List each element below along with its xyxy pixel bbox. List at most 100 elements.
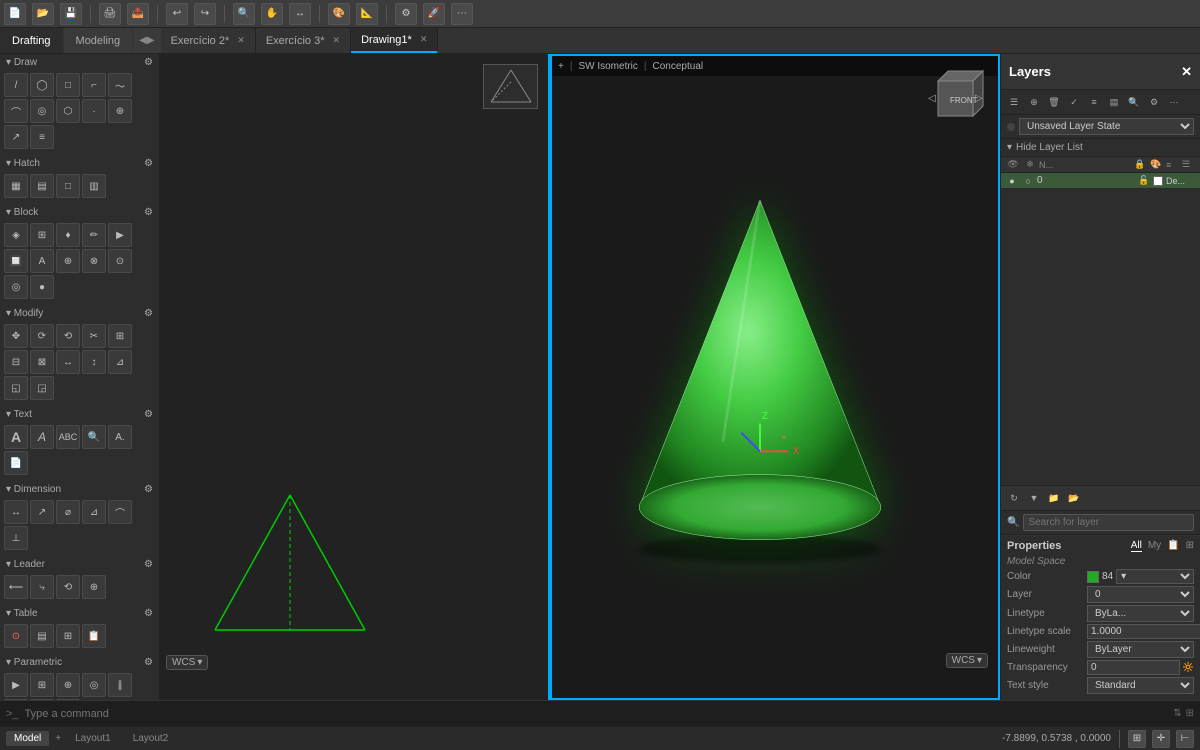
- add-layout-btn[interactable]: +: [55, 733, 61, 744]
- delete-layer-btn[interactable]: 🗑: [1045, 93, 1063, 111]
- leader-settings-icon[interactable]: ⚙: [144, 559, 153, 570]
- hide-layer-list-row[interactable]: ▾ Hide Layer List: [1001, 139, 1200, 157]
- stretch-tool[interactable]: ↕: [82, 350, 106, 374]
- extend-tool[interactable]: ⊞: [108, 324, 132, 348]
- redo-btn[interactable]: ↪: [194, 3, 216, 25]
- status-grid-btn[interactable]: ⊞: [1128, 730, 1146, 748]
- collapse-btn[interactable]: ◀▶: [133, 35, 160, 46]
- hatch-section-header[interactable]: ▾ Hatch ⚙: [0, 155, 159, 172]
- props-expand-btn[interactable]: ⊞: [1186, 540, 1194, 552]
- eattedit-tool[interactable]: ⊕: [56, 249, 80, 273]
- para-settings-icon[interactable]: ⚙: [144, 657, 153, 668]
- command-input[interactable]: [25, 708, 1174, 720]
- mirror-tool[interactable]: ⊟: [4, 350, 28, 374]
- wipeout-tool[interactable]: ▥: [82, 174, 106, 198]
- ray-tool[interactable]: ↗: [4, 125, 28, 149]
- dim-angular-tool[interactable]: ⊿: [82, 500, 106, 524]
- fillet-tool[interactable]: ⊿: [108, 350, 132, 374]
- wcs-badge-left[interactable]: WCS ▾: [166, 655, 208, 670]
- dim-ordinate-tool[interactable]: ⊥: [4, 526, 28, 550]
- modeling-tab[interactable]: Modeling: [64, 28, 134, 53]
- attdef-tool[interactable]: A: [30, 249, 54, 273]
- spell-tool[interactable]: ABC: [56, 425, 80, 449]
- dim-radial-tool[interactable]: ⌀: [56, 500, 80, 524]
- pan-btn[interactable]: ✋: [261, 3, 283, 25]
- layer-filter-btn[interactable]: 🔍: [1125, 93, 1143, 111]
- edit-block-tool[interactable]: ✏: [82, 223, 106, 247]
- color-select[interactable]: ▾: [1116, 569, 1194, 584]
- render-btn[interactable]: 🎨: [328, 3, 350, 25]
- tab-drawing1[interactable]: Drawing1* ✕: [351, 28, 438, 53]
- dimension-section-header[interactable]: ▾ Dimension ⚙: [0, 481, 159, 498]
- tab-close-1[interactable]: ✕: [420, 34, 428, 45]
- layers-close-icon[interactable]: ✕: [1181, 64, 1192, 80]
- block-attr-tool[interactable]: ▶: [108, 223, 132, 247]
- line-tool[interactable]: /: [4, 73, 28, 97]
- folder2-btn[interactable]: 📂: [1065, 489, 1083, 507]
- polygon-tool[interactable]: ⬡: [56, 99, 80, 123]
- linetype-select[interactable]: ByLa...: [1087, 605, 1194, 622]
- layer-state-select[interactable]: Unsaved Layer State: [1019, 118, 1194, 135]
- hatch-tool[interactable]: ▦: [4, 174, 28, 198]
- table-settings-icon[interactable]: ⚙: [144, 608, 153, 619]
- settings-btn[interactable]: ⚙: [395, 3, 417, 25]
- save-btn[interactable]: 💾: [60, 3, 82, 25]
- draw-section-header[interactable]: ▾ Draw ⚙: [0, 54, 159, 71]
- tab-exercicio3[interactable]: Exercício 3* ✕: [256, 28, 351, 53]
- dim-linear-tool[interactable]: ↔: [4, 500, 28, 524]
- mleader-tool[interactable]: ⤷: [30, 575, 54, 599]
- open-btn[interactable]: 📂: [32, 3, 54, 25]
- tab-exercicio2[interactable]: Exercício 2* ✕: [161, 28, 256, 53]
- boundary-tool[interactable]: □: [56, 174, 80, 198]
- new-layer-btn[interactable]: ☰: [1005, 93, 1023, 111]
- measure-btn[interactable]: 📐: [356, 3, 378, 25]
- mleader-style-tool[interactable]: ⟲: [56, 575, 80, 599]
- make-block-tool[interactable]: ⊞: [30, 223, 54, 247]
- modify-settings-icon[interactable]: ⚙: [144, 308, 153, 319]
- tab-close-3[interactable]: ✕: [333, 35, 341, 46]
- ltscale-input[interactable]: [1087, 624, 1200, 639]
- array-tool[interactable]: ↔: [56, 350, 80, 374]
- field-tool[interactable]: 📄: [4, 451, 28, 475]
- rocket-btn[interactable]: 🚀: [423, 3, 445, 25]
- mline-tool[interactable]: ≡: [30, 125, 54, 149]
- para-lock-icon[interactable]: 🔒: [30, 699, 54, 700]
- bedit-tool[interactable]: 🔲: [4, 249, 28, 273]
- hatch-settings-icon[interactable]: ⚙: [144, 158, 153, 169]
- insert-table-tool[interactable]: 📋: [82, 624, 106, 648]
- block-settings-icon[interactable]: ⚙: [144, 207, 153, 218]
- text-settings-icon[interactable]: ⚙: [144, 409, 153, 420]
- xclip-tool[interactable]: ◎: [4, 275, 28, 299]
- layer-states-btn[interactable]: ▤: [1105, 93, 1123, 111]
- dim-settings-icon[interactable]: ⚙: [144, 484, 153, 495]
- polyline-tool[interactable]: ⌐: [82, 73, 106, 97]
- folder-btn[interactable]: 📁: [1045, 489, 1063, 507]
- viewport-left[interactable]: WCS ▾: [160, 54, 550, 700]
- table-section-header[interactable]: ▾ Table ⚙: [0, 605, 159, 622]
- transp-input[interactable]: [1087, 660, 1180, 675]
- scale-tool[interactable]: ⟲: [56, 324, 80, 348]
- vp-view2[interactable]: Conceptual: [653, 61, 704, 72]
- extra-btn[interactable]: ⋯: [451, 3, 473, 25]
- dtext-tool[interactable]: A: [30, 425, 54, 449]
- model-tab[interactable]: Model: [6, 731, 49, 746]
- viewport-3d[interactable]: + | SW Isometric | Conceptual FRONT: [550, 54, 1000, 700]
- search-layer-input[interactable]: [1023, 514, 1194, 531]
- leader-tool[interactable]: ⟵: [4, 575, 28, 599]
- layer-extra-btn[interactable]: ⋯: [1165, 93, 1183, 111]
- wcs-badge-right[interactable]: WCS ▾: [946, 653, 988, 668]
- status-ortho-btn[interactable]: ⊢: [1176, 730, 1194, 748]
- undo-btn[interactable]: ↩: [166, 3, 188, 25]
- filter-btn[interactable]: ▼: [1025, 489, 1043, 507]
- props-copy-btn[interactable]: 📋: [1167, 540, 1179, 552]
- layout2-tab[interactable]: Layout2: [125, 731, 177, 746]
- para-dim-tool[interactable]: ≡: [56, 699, 80, 700]
- spline-tool[interactable]: ～: [108, 73, 132, 97]
- para-perpend-tool[interactable]: ⊥: [4, 699, 28, 700]
- new-layer-vp-btn[interactable]: ⊕: [1025, 93, 1043, 111]
- para-concentric-tool[interactable]: ◎: [82, 673, 106, 697]
- vp-view1[interactable]: SW Isometric: [578, 61, 637, 72]
- tab-close-2[interactable]: ✕: [237, 35, 245, 46]
- ellipse-tool[interactable]: ◎: [30, 99, 54, 123]
- para-coincident-tool[interactable]: ⊞: [30, 673, 54, 697]
